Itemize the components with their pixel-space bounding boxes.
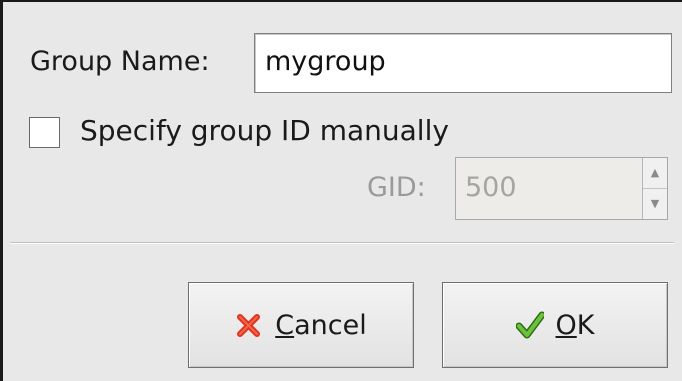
ok-label: OK [555, 309, 595, 341]
specify-gid-checkbox[interactable] [29, 117, 60, 148]
gid-label: GID: [367, 172, 426, 203]
spin-up-icon: ▲ [643, 158, 667, 189]
spin-down-icon: ▼ [650, 197, 660, 210]
gid-spin-buttons: ▲ ▼ [642, 158, 667, 219]
group-name-value: mygroup [265, 46, 386, 77]
ok-button[interactable]: OK [442, 282, 668, 368]
cancel-x-icon [235, 311, 263, 339]
separator [10, 242, 674, 244]
group-name-input[interactable]: mygroup [254, 33, 672, 93]
checkmark-icon [515, 311, 544, 339]
specify-gid-label[interactable]: Specify group ID manually [80, 114, 449, 147]
gid-value: 500 [465, 172, 517, 203]
cancel-label: Cancel [275, 309, 367, 341]
cancel-button[interactable]: Cancel [188, 282, 414, 368]
group-name-label: Group Name: [30, 46, 210, 77]
gid-spinbox: 500 ▲ ▼ [455, 157, 668, 220]
add-group-dialog: Group Name: mygroup Specify group ID man… [0, 0, 682, 381]
